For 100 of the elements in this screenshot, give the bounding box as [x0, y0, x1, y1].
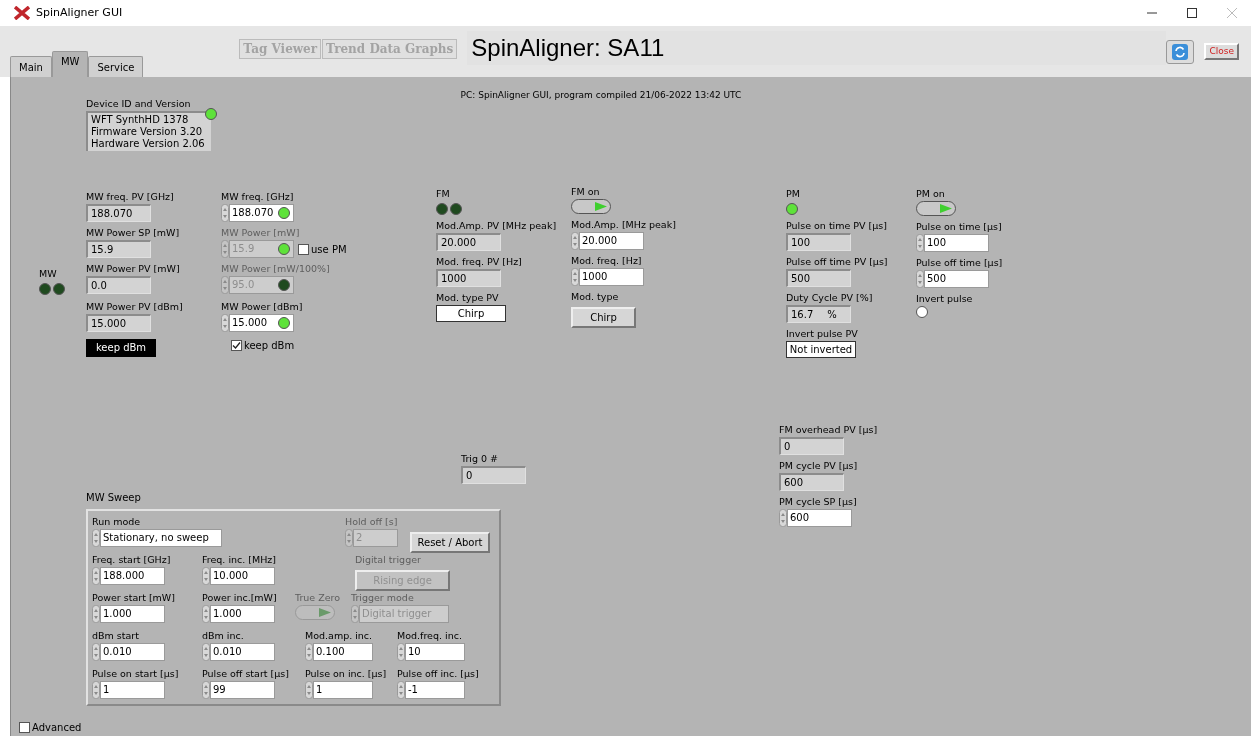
- field-label: MW freq. PV [GHz]: [86, 190, 175, 203]
- window-title: SpinAligner GUI: [36, 4, 123, 21]
- maximize-icon[interactable]: [1187, 8, 1197, 18]
- field-label: Device ID and Version: [86, 97, 191, 110]
- numeric-input[interactable]: 15.000: [229, 314, 294, 332]
- checkbox-label: keep dBm: [244, 339, 295, 353]
- button[interactable]: Reset / Abort: [410, 532, 490, 553]
- numeric-input[interactable]: 600: [787, 509, 852, 527]
- spinner-icon[interactable]: [221, 204, 229, 222]
- field-label: Power inc.[mW]: [202, 591, 277, 604]
- spinner-icon[interactable]: [92, 605, 100, 623]
- spinner-icon[interactable]: [92, 567, 100, 585]
- field-label: PM cycle PV [µs]: [779, 459, 859, 472]
- tab[interactable]: MW: [51, 51, 89, 77]
- numeric-input[interactable]: 188.000: [100, 567, 165, 585]
- numeric-input[interactable]: 100: [924, 234, 989, 252]
- spinner-icon[interactable]: [571, 268, 579, 286]
- numeric-input[interactable]: 1000: [579, 268, 644, 286]
- spinner-icon[interactable]: [221, 314, 229, 332]
- check-icon: [232, 341, 241, 350]
- numeric-input[interactable]: 0.010: [210, 643, 275, 661]
- close-button[interactable]: Close: [1204, 43, 1239, 60]
- field-label: Trigger mode: [351, 591, 415, 604]
- field-label: Invert pulse PV: [786, 327, 859, 340]
- spinner-icon[interactable]: [397, 643, 405, 661]
- field-label: FM overhead PV [µs]: [779, 423, 878, 436]
- spinner-icon[interactable]: [571, 232, 579, 250]
- text-display: Chirp: [436, 305, 506, 322]
- spinner-icon[interactable]: [351, 605, 359, 623]
- spinner-icon[interactable]: [202, 605, 210, 623]
- numeric-input[interactable]: -1: [405, 681, 465, 699]
- field-label: MW Power [dBm]: [221, 300, 303, 313]
- radio-button[interactable]: [916, 306, 928, 318]
- numeric-input[interactable]: 10: [405, 643, 465, 661]
- spinner-icon[interactable]: [221, 240, 229, 258]
- field-label: Pulse off time PV [µs]: [786, 255, 888, 268]
- field-label: Mod. type PV: [436, 291, 500, 304]
- numeric-input[interactable]: 0.010: [100, 643, 165, 661]
- field-label: MW Power PV [dBm]: [86, 300, 183, 313]
- toggle-switch[interactable]: [571, 199, 611, 214]
- checkbox-label: use PM: [311, 242, 347, 257]
- spinner-icon[interactable]: [305, 681, 313, 699]
- field-label: Pulse on inc. [µs]: [305, 667, 387, 680]
- device-info-line: WFT SynthHD 1378: [91, 114, 190, 126]
- field-label: MW: [39, 267, 57, 280]
- field-label: Power start [mW]: [92, 591, 175, 604]
- field-label: Invert pulse: [916, 292, 974, 305]
- value-display: 16.7 %: [786, 305, 851, 323]
- numeric-input[interactable]: 1.000: [210, 605, 275, 623]
- spinner-icon[interactable]: [202, 681, 210, 699]
- close-icon[interactable]: [1227, 8, 1237, 18]
- value-display: 1000: [436, 269, 501, 287]
- field-label: Pulse on start [µs]: [92, 667, 179, 680]
- field-label: Mod.Amp. [MHz peak]: [571, 218, 676, 231]
- app-title: SpinAligner: SA11: [471, 33, 665, 63]
- spinner-icon[interactable]: [202, 567, 210, 585]
- device-info-line: Firmware Version 3.20: [91, 126, 204, 138]
- button[interactable]: Chirp: [571, 307, 636, 328]
- refresh-button[interactable]: [1166, 39, 1195, 64]
- tab[interactable]: Main: [10, 56, 52, 77]
- spinner-icon[interactable]: [397, 681, 405, 699]
- spinner-icon[interactable]: [92, 529, 100, 547]
- checkbox[interactable]: [19, 722, 30, 733]
- numeric-input[interactable]: 1: [100, 681, 165, 699]
- spinner-icon[interactable]: [202, 643, 210, 661]
- spinner-icon[interactable]: [916, 234, 924, 252]
- tab[interactable]: Service: [88, 56, 144, 77]
- field-label: dBm start: [92, 629, 140, 642]
- field-label: FM: [436, 187, 450, 200]
- spinner-icon[interactable]: [221, 276, 229, 294]
- numeric-input[interactable]: 20.000: [579, 232, 644, 250]
- numeric-input[interactable]: 188.070: [229, 204, 294, 222]
- spinner-icon[interactable]: [345, 529, 353, 547]
- spinner-icon[interactable]: [92, 681, 100, 699]
- spinner-icon[interactable]: [92, 643, 100, 661]
- field-label: MW Power SP [mW]: [86, 226, 180, 239]
- field-label: Freq. inc. [MHz]: [202, 553, 277, 566]
- numeric-input[interactable]: 99: [210, 681, 275, 699]
- numeric-input[interactable]: 10.000: [210, 567, 275, 585]
- numeric-input[interactable]: 500: [924, 270, 989, 288]
- field-label: dBm inc.: [202, 629, 245, 642]
- field-label: Pulse on time PV [µs]: [786, 219, 888, 232]
- field-label: Digital trigger: [355, 553, 422, 566]
- field-label: Mod. type: [571, 290, 620, 303]
- toggle-switch[interactable]: [916, 201, 956, 216]
- checkbox[interactable]: [231, 340, 242, 351]
- value-display: 20.000: [436, 233, 501, 251]
- spinner-icon[interactable]: [779, 509, 787, 527]
- field-label: MW freq. [GHz]: [221, 190, 295, 203]
- numeric-input[interactable]: Stationary, no sweep: [100, 529, 222, 547]
- spinner-icon[interactable]: [305, 643, 313, 661]
- field-label: Duty Cycle PV [%]: [786, 291, 874, 304]
- value-display: 0: [461, 466, 526, 484]
- value-display: 600: [779, 473, 844, 491]
- numeric-input[interactable]: 0.100: [313, 643, 373, 661]
- value-display: 188.070: [86, 204, 151, 222]
- field-label: MW Power [mW/100%]: [221, 262, 331, 275]
- spinner-icon[interactable]: [916, 270, 924, 288]
- numeric-input[interactable]: 1.000: [100, 605, 165, 623]
- numeric-input[interactable]: 1: [313, 681, 373, 699]
